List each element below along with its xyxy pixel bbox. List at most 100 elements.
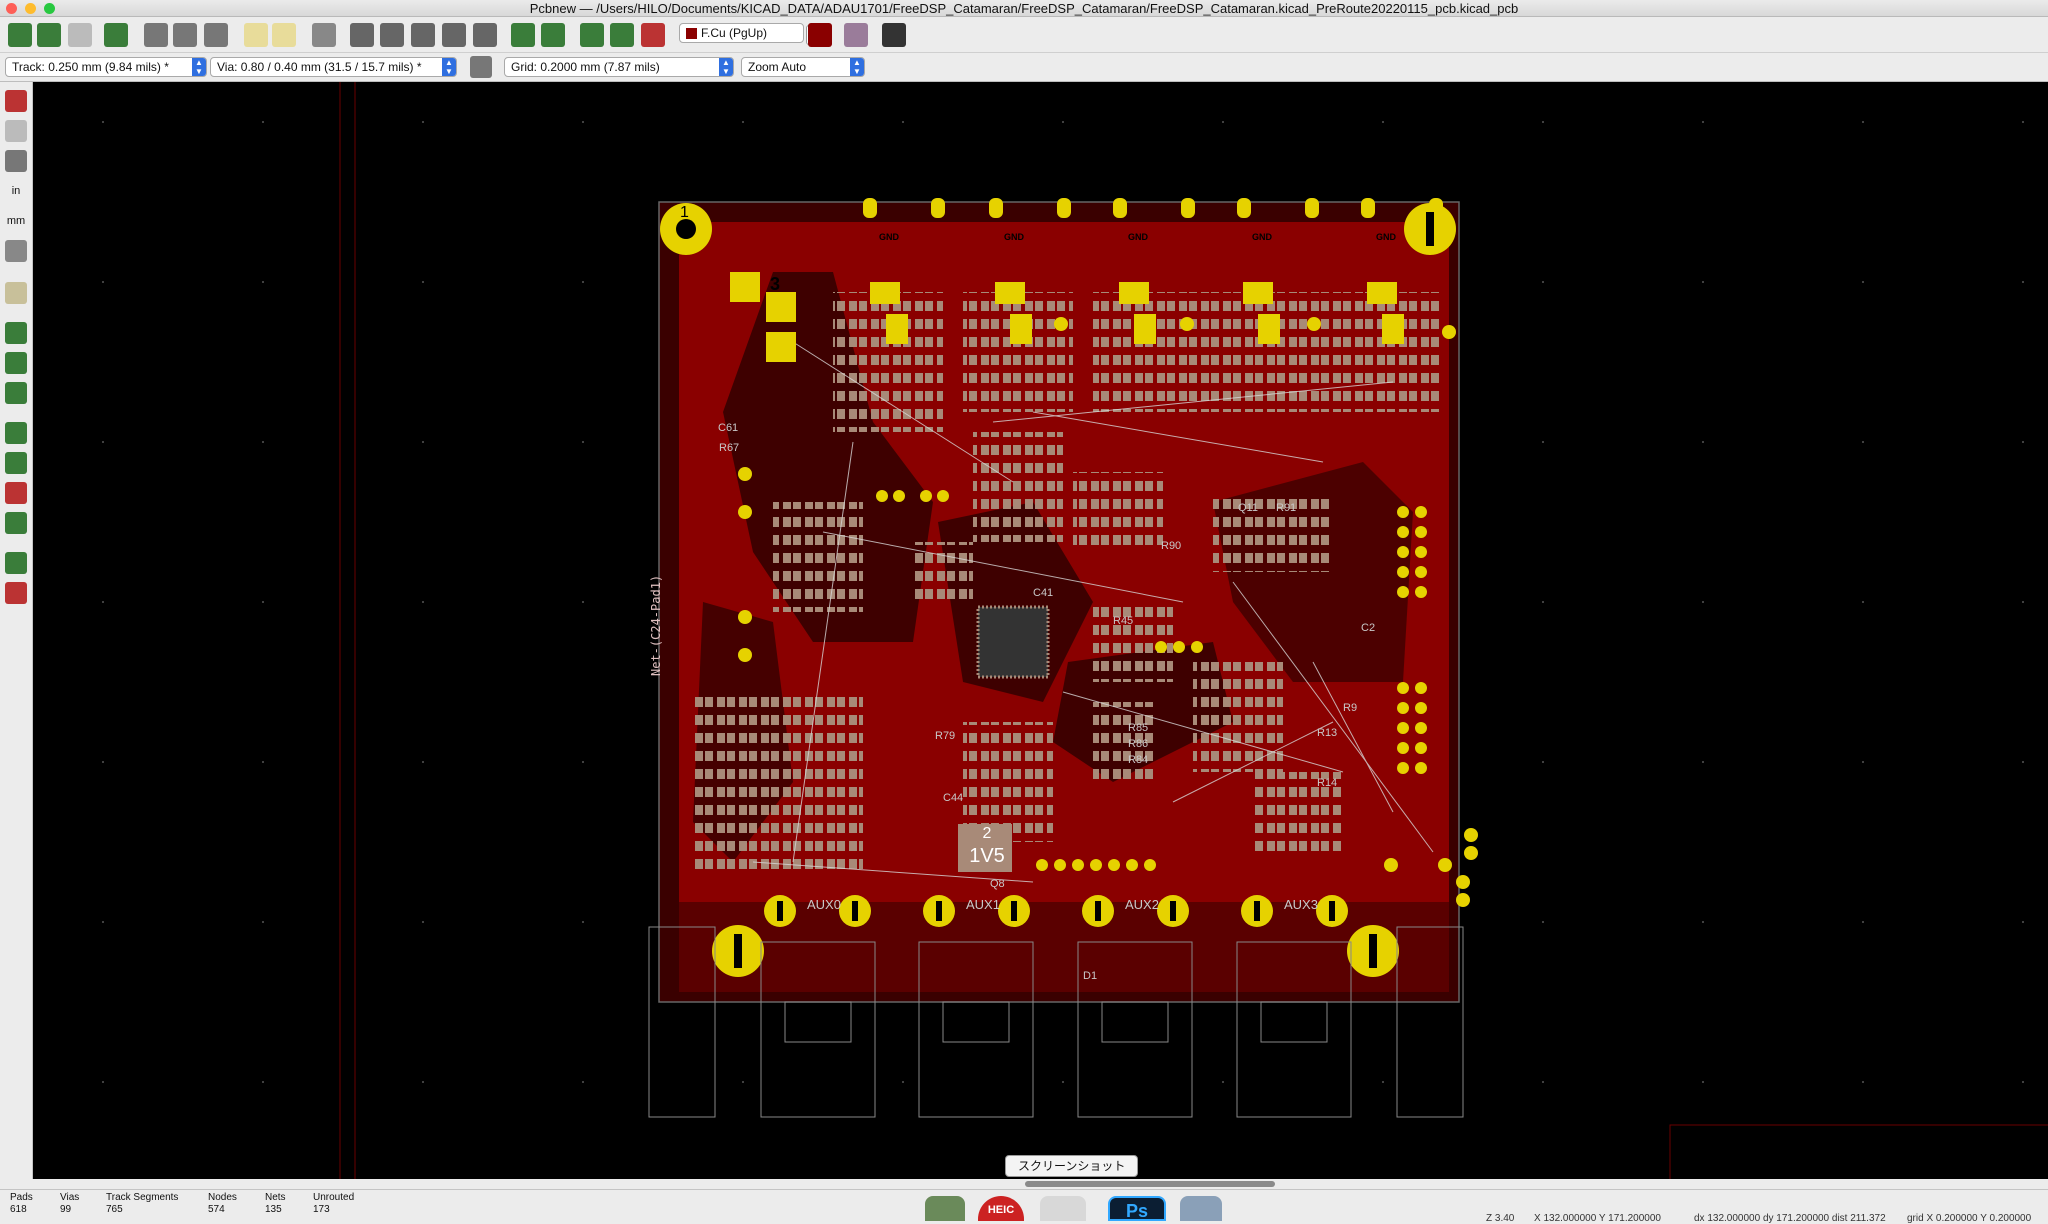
zoom-out-icon[interactable] [411, 23, 435, 47]
ref-designator: R86 [1128, 738, 1149, 750]
microwave-tools-icon[interactable] [5, 582, 27, 604]
footprint-editor-icon[interactable] [511, 23, 535, 47]
ref-designator: R85 [1128, 722, 1149, 734]
plot-icon[interactable] [173, 23, 197, 47]
cursor-shape-icon[interactable] [5, 240, 27, 262]
zoom-in-icon[interactable] [380, 23, 404, 47]
status-vias: Vias 99 [60, 1192, 80, 1215]
silk-1v5-label: 1V5 [969, 845, 1005, 867]
silk-gnd-label: GND [879, 232, 899, 242]
silk-gnd-label: GND [1004, 232, 1024, 242]
ref-designator: R13 [1317, 727, 1338, 739]
dock-finder-window-icon[interactable] [1180, 1196, 1222, 1221]
zone-fill-icon[interactable] [5, 322, 27, 344]
minimize-window-button[interactable] [25, 3, 36, 14]
zoom-fit-icon[interactable] [442, 23, 466, 47]
silk-aux2-label: AUX2 [1125, 897, 1159, 912]
zoom-selection-icon[interactable] [473, 23, 497, 47]
layers-manager-icon[interactable] [5, 552, 27, 574]
cursor-xy-readout: X 132.000000 Y 171.200000 [1534, 1213, 1661, 1224]
zone-sketch-icon[interactable] [5, 382, 27, 404]
scripting-icon[interactable] [844, 23, 868, 47]
open-board-icon[interactable] [37, 23, 61, 47]
update-pcb-icon[interactable] [610, 23, 634, 47]
ref-designator: R9 [1343, 702, 1358, 714]
window-titlebar: Pcbnew — /Users/HILO/Documents/KICAD_DAT… [0, 0, 2048, 17]
print-icon[interactable] [144, 23, 168, 47]
screenshot-tooltip: スクリーンショット [1005, 1155, 1139, 1177]
status-pads: Pads 618 [10, 1192, 33, 1215]
chevron-updown-icon: ▲ ▼ [192, 58, 206, 76]
console-icon[interactable] [882, 23, 906, 47]
zoom-select[interactable]: Zoom Auto ▲ ▼ [741, 57, 865, 77]
status-unrouted: Unrouted 173 [313, 1192, 355, 1215]
dock-photoshop-icon[interactable]: Ps [1108, 1196, 1166, 1221]
drc-markers-icon[interactable] [5, 90, 27, 112]
board-setup-icon[interactable] [8, 23, 32, 47]
ref-designator: R14 [1317, 777, 1338, 789]
find-icon[interactable] [312, 23, 336, 47]
dock-screenshot-icon[interactable] [1040, 1196, 1086, 1221]
pad-number-label: 3 [770, 274, 781, 294]
left-toolbar: in mm [0, 82, 33, 1179]
zoom-readout: Z 3.40 [1486, 1213, 1515, 1224]
via-size-select[interactable]: Via: 0.80 / 0.40 mm (31.5 / 15.7 mils) *… [210, 57, 457, 77]
print-setup-icon[interactable] [204, 23, 228, 47]
ratsnest-icon[interactable] [5, 282, 27, 304]
dock-app-icon[interactable] [925, 1196, 965, 1221]
pcb-board [648, 198, 1478, 1118]
track-sketch-icon[interactable] [5, 482, 27, 504]
undo-icon[interactable] [244, 23, 268, 47]
layer-pair-icon[interactable] [808, 23, 832, 47]
drc-icon[interactable] [641, 23, 665, 47]
chevron-updown-icon: ▲ ▼ [850, 58, 864, 76]
units-mm-toggle[interactable]: mm [5, 210, 27, 232]
ref-designator: Q11 [1238, 502, 1258, 514]
pcb-drawing [33, 82, 2048, 1179]
status-nodes: Nodes 574 [208, 1192, 237, 1215]
ref-designator: R84 [1128, 754, 1149, 766]
pad-sketch-icon[interactable] [5, 422, 27, 444]
silk-gnd-label: GND [1128, 232, 1148, 242]
window-title: Pcbnew — /Users/HILO/Documents/KICAD_DAT… [529, 1, 1519, 16]
options-toolbar: Track: 0.250 mm (9.84 mils) * ▲ ▼ Via: 0.8… [0, 53, 2048, 82]
ref-designator: R90 [1161, 540, 1182, 552]
polar-coords-icon[interactable] [5, 150, 27, 172]
high-contrast-icon[interactable] [5, 512, 27, 534]
pad-number-label: 2 [982, 825, 992, 842]
grid-toggle-icon[interactable] [5, 120, 27, 142]
close-window-button[interactable] [6, 3, 17, 14]
main-toolbar: F.Cu (PgUp) [0, 17, 2048, 53]
auto-track-width-icon[interactable] [470, 56, 492, 78]
track-width-select[interactable]: Track: 0.250 mm (9.84 mils) * ▲ ▼ [5, 57, 207, 77]
chevron-updown-icon: ▲ ▼ [719, 58, 733, 76]
ref-designator: R79 [935, 730, 956, 742]
zone-outline-icon[interactable] [5, 352, 27, 374]
pad-number-label: 1 [680, 204, 689, 221]
zoom-window-button[interactable] [44, 3, 55, 14]
ref-designator: C44 [943, 792, 964, 804]
horizontal-scrollbar[interactable] [1025, 1181, 1275, 1187]
cursor-delta-readout: dx 132.000000 dy 171.200000 dist 211.372 [1694, 1213, 1886, 1224]
pcb-canvas[interactable]: Net-(C24-Pad1) 1V5 2 3 1 AUX0 AUX1 AUX2 … [33, 82, 2048, 1179]
net-label: Net-(C24-Pad1) [649, 574, 663, 676]
netlist-icon[interactable] [580, 23, 604, 47]
save-icon[interactable] [68, 23, 92, 47]
silk-aux0-label: AUX0 [807, 897, 841, 912]
redo-icon[interactable] [272, 23, 296, 47]
layer-color-swatch [686, 28, 697, 40]
via-sketch-icon[interactable] [5, 452, 27, 474]
ref-designator: C61 [718, 422, 739, 434]
page-settings-icon[interactable] [104, 23, 128, 47]
layer-select[interactable]: F.Cu (PgUp) [679, 23, 804, 43]
silk-aux3-label: AUX3 [1284, 897, 1318, 912]
footprint-browser-icon[interactable] [541, 23, 565, 47]
ref-designator: Q8 [990, 878, 1005, 890]
ref-designator: D1 [1083, 970, 1098, 982]
silk-gnd-label: GND [1252, 232, 1272, 242]
units-inch-toggle[interactable]: in [5, 180, 27, 202]
redraw-icon[interactable] [350, 23, 374, 47]
status-track-segments: Track Segments 765 [106, 1192, 179, 1215]
grid-select[interactable]: Grid: 0.2000 mm (7.87 mils) ▲ ▼ [504, 57, 734, 77]
ref-designator: C2 [1361, 622, 1376, 634]
